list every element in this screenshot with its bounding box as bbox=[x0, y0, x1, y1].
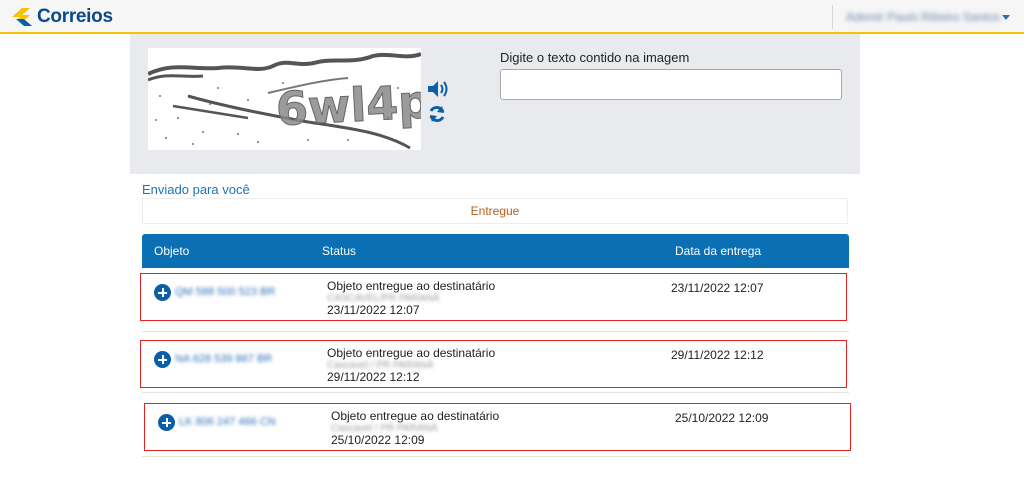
captcha-text: 6wl4p bbox=[275, 74, 421, 136]
row-divider bbox=[142, 392, 849, 393]
expand-plus-icon[interactable] bbox=[154, 284, 171, 301]
captcha-prompt-label: Digite o texto contido na imagem bbox=[500, 50, 690, 65]
header-divider bbox=[832, 5, 833, 29]
logo-text: Correios bbox=[37, 6, 113, 27]
table-row: QM 588 500 523 BR Objeto entregue ao des… bbox=[140, 273, 847, 321]
row-delivery-date: 25/10/2022 12:09 bbox=[675, 411, 769, 425]
speaker-icon[interactable] bbox=[427, 80, 449, 103]
table-header: Objeto Status Data da entrega bbox=[142, 234, 849, 268]
row-divider bbox=[142, 456, 849, 457]
column-header-delivery-date: Data da entrega bbox=[675, 244, 762, 258]
row-status-datetime: 29/11/2022 12:12 bbox=[327, 370, 420, 384]
tracking-code-link[interactable]: LK 806 247 466 CN bbox=[179, 416, 276, 428]
captcha-image: 6wl4p bbox=[147, 48, 433, 150]
expand-plus-icon[interactable] bbox=[154, 351, 171, 368]
correios-logo[interactable]: Correios bbox=[10, 6, 113, 28]
column-header-status: Status bbox=[322, 244, 357, 258]
filter-delivered-tab[interactable]: Entregue bbox=[142, 198, 848, 224]
user-name[interactable]: Ademir Paulo Ribeiro Santos bbox=[846, 10, 1000, 24]
correios-logo-icon bbox=[12, 8, 32, 26]
row-divider bbox=[142, 331, 849, 332]
row-status-text: Objeto entregue ao destinatário bbox=[327, 346, 496, 360]
row-delivery-date: 29/11/2022 12:12 bbox=[671, 348, 764, 362]
column-header-object: Objeto bbox=[154, 244, 190, 258]
tracking-code-link[interactable]: QM 588 500 523 BR bbox=[175, 286, 275, 298]
sent-section-title: Enviado para você bbox=[142, 182, 250, 197]
captcha-input[interactable] bbox=[500, 69, 842, 100]
row-status-text: Objeto entregue ao destinatário bbox=[327, 279, 496, 293]
row-status-datetime: 23/11/2022 12:07 bbox=[327, 303, 420, 317]
table-row: LK 806 247 466 CN Objeto entregue ao des… bbox=[144, 403, 851, 451]
captcha-panel: 6wl4p Digite o texto contido na imagem bbox=[130, 34, 860, 174]
table-row: NA 628 539 867 BR Objeto entregue ao des… bbox=[140, 340, 847, 388]
refresh-icon[interactable] bbox=[427, 104, 447, 129]
row-status-datetime: 25/10/2022 12:09 bbox=[331, 433, 425, 447]
top-bar: Correios Ademir Paulo Ribeiro Santos bbox=[0, 0, 1024, 34]
caret-down-icon[interactable] bbox=[1002, 15, 1010, 20]
tracking-code-link[interactable]: NA 628 539 867 BR bbox=[175, 353, 272, 365]
row-delivery-date: 23/11/2022 12:07 bbox=[671, 281, 764, 295]
expand-plus-icon[interactable] bbox=[158, 414, 175, 431]
row-status-text: Objeto entregue ao destinatário bbox=[331, 409, 500, 423]
